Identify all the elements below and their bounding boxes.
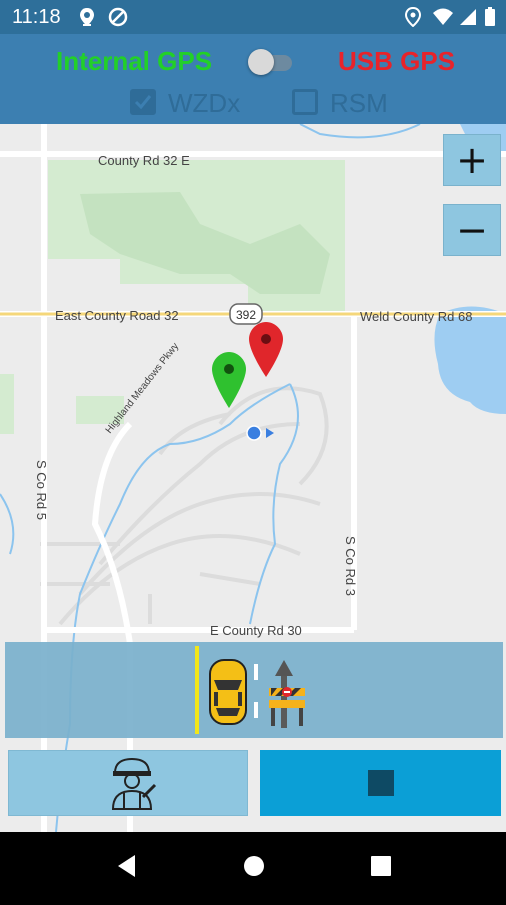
wzdx-checkbox[interactable] bbox=[130, 89, 156, 115]
zoom-in-button[interactable]: + bbox=[443, 134, 501, 186]
usb-gps-label[interactable]: USB GPS bbox=[338, 46, 455, 77]
e-county-rd-30-label: E County Rd 30 bbox=[210, 623, 302, 638]
battery-icon bbox=[484, 7, 496, 33]
construction-worker-icon bbox=[111, 757, 157, 810]
gps-source-toggle[interactable] bbox=[248, 49, 294, 75]
signal-icon bbox=[458, 7, 478, 33]
no-disturb-icon bbox=[108, 7, 128, 33]
location-pin-icon bbox=[78, 7, 96, 33]
rsm-label: RSM bbox=[330, 88, 388, 118]
internal-gps-label[interactable]: Internal GPS bbox=[56, 46, 212, 77]
highland-meadows-label: Highland Meadows Pkwy bbox=[104, 341, 181, 436]
navigation-bar bbox=[0, 832, 506, 900]
hwy-392-shield: 392 bbox=[229, 303, 263, 325]
s-co-rd-5-label: S Co Rd 5 bbox=[34, 460, 49, 520]
wzdx-label: WZDx bbox=[168, 88, 241, 118]
lane-panel-graphic bbox=[195, 646, 305, 734]
back-icon[interactable] bbox=[118, 855, 135, 877]
location-icon bbox=[404, 6, 422, 33]
worker-button[interactable] bbox=[8, 750, 248, 816]
zoom-out-button[interactable]: − bbox=[443, 204, 501, 256]
east-county-road-32-label: East County Road 32 bbox=[55, 308, 179, 323]
svg-text:392: 392 bbox=[236, 308, 256, 322]
status-bar: 11:18 bbox=[0, 0, 506, 34]
car-icon bbox=[209, 659, 247, 725]
gps-settings-header: Internal GPS USB GPS WZDx RSM bbox=[0, 34, 506, 124]
lane-status-panel bbox=[5, 642, 503, 738]
internal-gps-marker bbox=[212, 352, 246, 408]
toggle-thumb bbox=[248, 49, 274, 75]
lane-divider-line bbox=[195, 646, 199, 734]
home-icon[interactable] bbox=[244, 856, 264, 876]
wifi-icon bbox=[432, 7, 454, 33]
rsm-checkbox[interactable] bbox=[292, 89, 318, 115]
status-time: 11:18 bbox=[12, 6, 61, 28]
weld-county-rd-68-label: Weld County Rd 68 bbox=[360, 309, 473, 324]
s-co-rd-3-label: S Co Rd 3 bbox=[343, 536, 358, 596]
stop-button[interactable] bbox=[260, 750, 501, 816]
usb-gps-marker bbox=[249, 322, 283, 377]
stop-icon bbox=[368, 770, 394, 796]
county-rd-32e-label: County Rd 32 E bbox=[98, 153, 190, 168]
map-view[interactable]: 392 County Rd 32 E East County Road 32 W… bbox=[0, 124, 506, 832]
recents-icon[interactable] bbox=[371, 856, 391, 876]
park-area-left bbox=[0, 374, 14, 434]
lane-closed-icon bbox=[269, 660, 305, 728]
checkmark-icon bbox=[134, 95, 152, 110]
